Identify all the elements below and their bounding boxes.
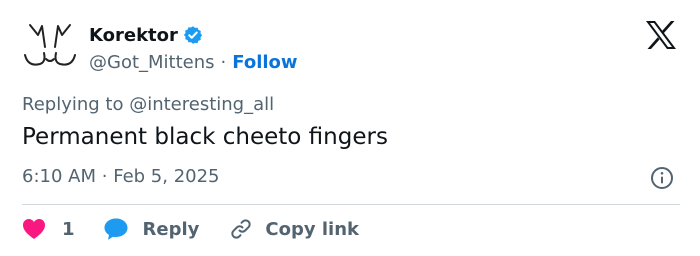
reply-label: Reply xyxy=(142,218,200,240)
copy-link-label: Copy link xyxy=(265,218,359,240)
tweet-time: 6:10 AM xyxy=(22,166,96,187)
timestamp-separator: · xyxy=(101,166,108,187)
author-name[interactable]: Korektor xyxy=(89,25,178,46)
replying-to-prefix: Replying to xyxy=(22,94,124,115)
x-logo-icon[interactable] xyxy=(645,20,677,50)
heart-icon xyxy=(23,219,45,239)
verified-badge-icon xyxy=(183,26,202,44)
reply-button[interactable]: Reply xyxy=(103,217,200,241)
copy-link-button[interactable]: Copy link xyxy=(229,217,359,241)
link-icon xyxy=(231,219,252,239)
follow-button[interactable]: Follow xyxy=(232,52,297,73)
replying-to: Replying to @interesting_all xyxy=(22,94,274,115)
author-handle[interactable]: @Got_Mittens xyxy=(89,52,215,73)
info-icon[interactable] xyxy=(650,166,674,190)
divider xyxy=(22,204,680,205)
speech-bubble-icon xyxy=(104,218,128,240)
tweet-date: Feb 5, 2025 xyxy=(113,166,220,187)
avatar[interactable] xyxy=(22,19,78,69)
like-button[interactable]: 1 xyxy=(22,218,75,240)
like-count: 1 xyxy=(62,218,75,240)
tweet-timestamp[interactable]: 6:10 AM · Feb 5, 2025 xyxy=(22,166,220,187)
action-bar: 1 Reply Copy link xyxy=(22,214,359,244)
tweet-text: Permanent black cheeto fingers xyxy=(22,124,388,150)
tweet-card: Korektor @Got_Mittens · Follow Replying … xyxy=(0,0,700,256)
replying-to-mention[interactable]: @interesting_all xyxy=(129,94,274,115)
separator-dot: · xyxy=(220,52,227,73)
author-block: Korektor @Got_Mittens · Follow xyxy=(89,22,298,74)
